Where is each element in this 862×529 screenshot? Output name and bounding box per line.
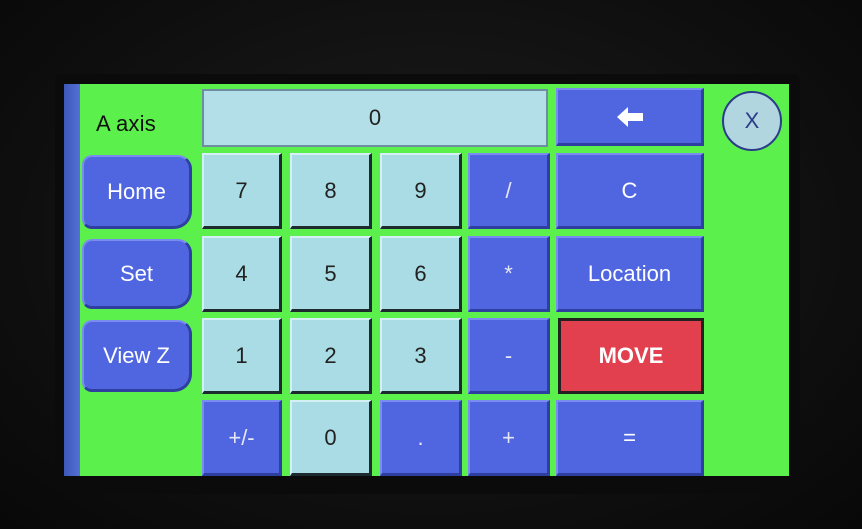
key-1[interactable]: 1 <box>202 318 282 394</box>
move-button[interactable]: MOVE <box>558 318 704 394</box>
key-0[interactable]: 0 <box>290 400 372 476</box>
backspace-button[interactable] <box>556 88 704 146</box>
close-button[interactable]: X <box>722 91 782 151</box>
key-4[interactable]: 4 <box>202 236 282 312</box>
key-divide[interactable]: / <box>468 153 550 229</box>
equals-button[interactable]: = <box>556 400 704 476</box>
key-multiply[interactable]: * <box>468 236 550 312</box>
axis-label: A axis <box>96 111 156 136</box>
key-decimal[interactable]: . <box>380 400 462 476</box>
key-add[interactable]: + <box>468 400 550 476</box>
view-z-button[interactable]: View Z <box>82 320 192 392</box>
key-6[interactable]: 6 <box>380 236 462 312</box>
location-button[interactable]: Location <box>556 236 704 312</box>
key-plus-minus[interactable]: +/- <box>202 400 282 476</box>
value-display: 0 <box>202 89 548 147</box>
key-8[interactable]: 8 <box>290 153 372 229</box>
key-9[interactable]: 9 <box>380 153 462 229</box>
key-3[interactable]: 3 <box>380 318 462 394</box>
key-subtract[interactable]: - <box>468 318 550 394</box>
key-2[interactable]: 2 <box>290 318 372 394</box>
screen-left-edge <box>64 84 80 476</box>
key-7[interactable]: 7 <box>202 153 282 229</box>
set-button[interactable]: Set <box>82 239 192 309</box>
left-arrow-icon <box>616 106 643 127</box>
clear-button[interactable]: C <box>556 153 704 229</box>
key-5[interactable]: 5 <box>290 236 372 312</box>
home-button[interactable]: Home <box>82 155 192 229</box>
